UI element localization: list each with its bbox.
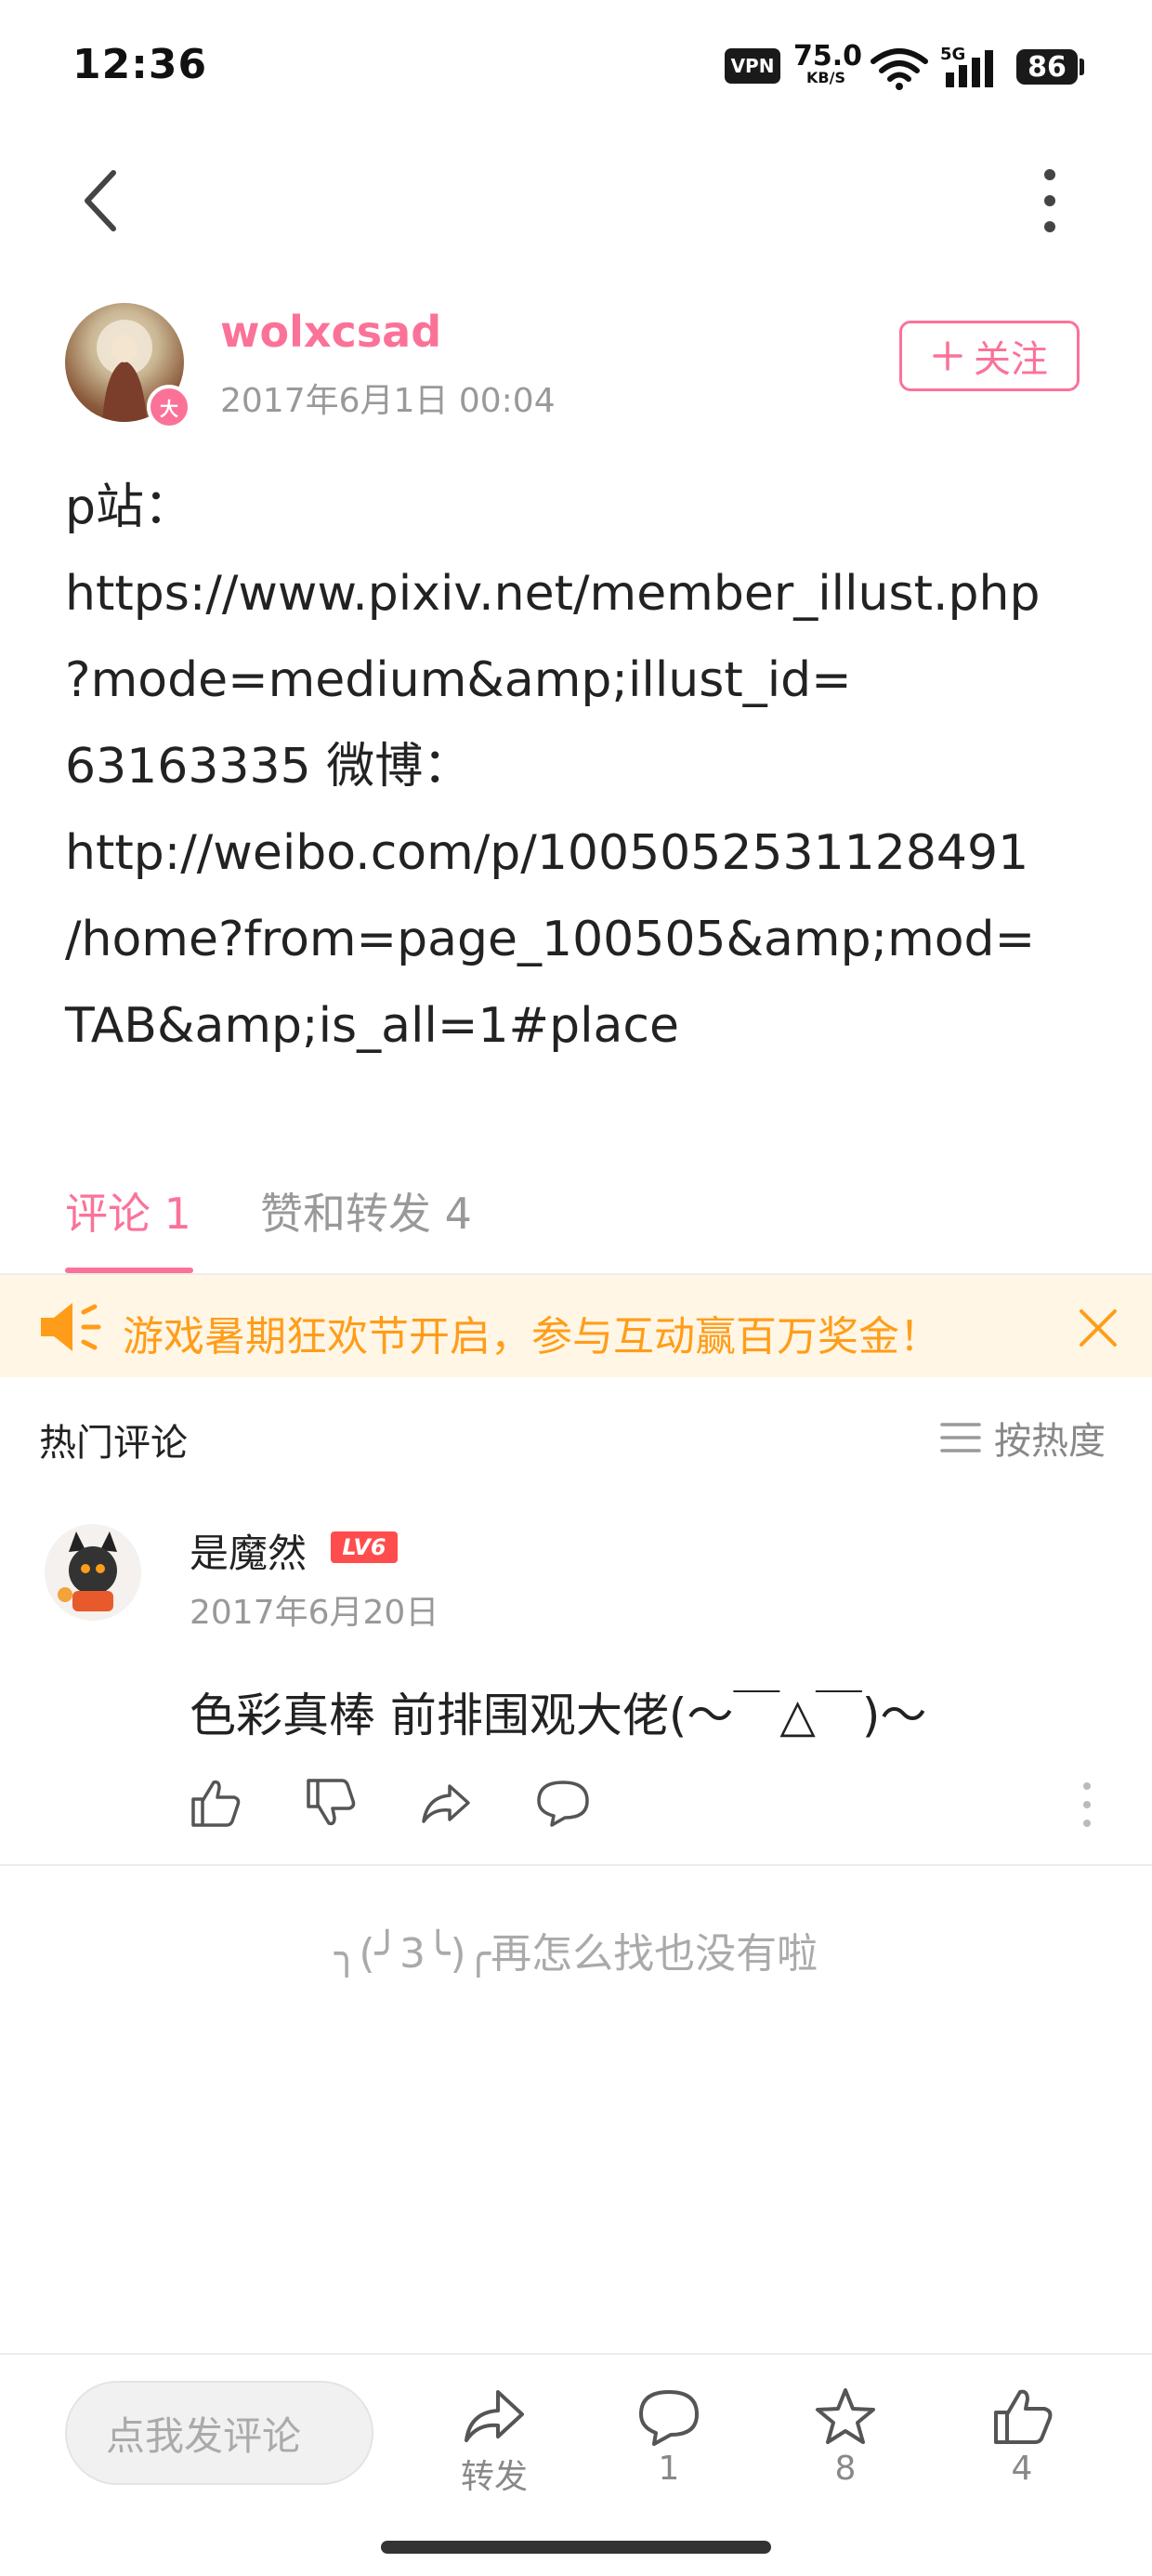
list-icon <box>940 1423 981 1452</box>
commenter-avatar[interactable] <box>45 1524 141 1621</box>
post-content-line[interactable]: TAB&amp;is_all=1#place <box>65 983 1096 1070</box>
end-of-list-text: ╮(╯3╰)╭再怎么找也没有啦 <box>334 1930 818 1978</box>
thumbs-up-icon[interactable] <box>188 1775 243 1831</box>
plus-icon <box>933 341 962 371</box>
post-content-line: 63163335 微博： <box>65 739 472 795</box>
comment-text[interactable]: 色彩真棒 前排围观大佬(〜￣△￣)〜 <box>190 1678 926 1745</box>
share-icon <box>465 2390 524 2442</box>
comment-time: 2017年6月20日 <box>190 1594 439 1632</box>
tab-likes-reposts[interactable]: 赞和转发 4 <box>260 1180 472 1242</box>
wifi-icon <box>871 48 928 90</box>
bottom-divider <box>0 2353 1152 2355</box>
post-content-line[interactable]: http://weibo.com/p/1005052531128491 <box>65 810 1096 897</box>
battery-tip <box>1080 59 1084 75</box>
hot-comments-title: 热门评论 <box>39 1422 188 1465</box>
comment-icon <box>639 2390 699 2446</box>
post-content: p站： https://www.pixiv.net/member_illust.… <box>65 465 1096 1070</box>
thumbs-down-icon[interactable] <box>303 1775 359 1831</box>
comment-count: 1 <box>658 2450 680 2488</box>
verified-badge: 大 <box>147 385 191 429</box>
repost-label: 转发 <box>460 2458 528 2496</box>
more-vertical-icon[interactable] <box>1022 164 1078 238</box>
follow-label: 关注 <box>974 338 1048 381</box>
sort-label: 按热度 <box>994 1420 1106 1463</box>
status-time: 12:36 <box>72 41 208 88</box>
back-arrow-icon[interactable] <box>74 164 130 238</box>
like-count: 4 <box>1011 2450 1033 2488</box>
thumbs-up-icon <box>994 2389 1053 2444</box>
comment-more-icon[interactable] <box>1068 1777 1106 1833</box>
network-speed-value: 75.0 <box>793 40 863 72</box>
like-button[interactable]: 4 <box>957 2386 1087 2488</box>
network-speed-unit: KB/S <box>806 69 845 86</box>
network-speed: 75.0 KB/S <box>793 40 863 86</box>
author-name[interactable]: wolxcsad <box>220 307 441 357</box>
post-content-line: p站： <box>65 480 193 535</box>
close-icon[interactable] <box>1076 1306 1120 1350</box>
favorite-count: 8 <box>834 2450 857 2488</box>
comment-button[interactable]: 1 <box>604 2386 734 2488</box>
home-indicator[interactable] <box>381 2541 771 2554</box>
comment-input[interactable]: 点我发评论 <box>65 2381 373 2485</box>
share-icon[interactable] <box>418 1775 474 1831</box>
post-content-line[interactable]: ?mode=medium&amp;illust_id= <box>65 637 1096 724</box>
post-time: 2017年6月1日 00:04 <box>220 382 556 420</box>
notice-text[interactable]: 游戏暑期狂欢节开启，参与互动赢百万奖金！ <box>123 1303 940 1362</box>
tab-comments[interactable]: 评论 1 <box>65 1180 191 1242</box>
post-content-line[interactable]: /home?from=page_100505&amp;mod= <box>65 897 1096 983</box>
favorite-button[interactable]: 8 <box>780 2386 910 2488</box>
star-icon <box>816 2388 875 2444</box>
sort-button[interactable]: 按热度 <box>940 1411 1106 1465</box>
signal-icon <box>946 50 993 87</box>
reply-icon[interactable] <box>535 1775 591 1831</box>
level-badge: LV6 <box>331 1531 398 1563</box>
commenter-name[interactable]: 是魔然 <box>190 1522 307 1579</box>
follow-button[interactable]: 关注 <box>899 321 1080 391</box>
vpn-indicator: VPN <box>725 48 780 84</box>
repost-button[interactable]: 转发 <box>429 2386 559 2498</box>
battery-indicator: 86 <box>1016 49 1078 85</box>
post-content-line[interactable]: https://www.pixiv.net/member_illust.php <box>65 551 1096 637</box>
divider <box>0 1864 1152 1866</box>
speaker-icon <box>41 1303 101 1351</box>
